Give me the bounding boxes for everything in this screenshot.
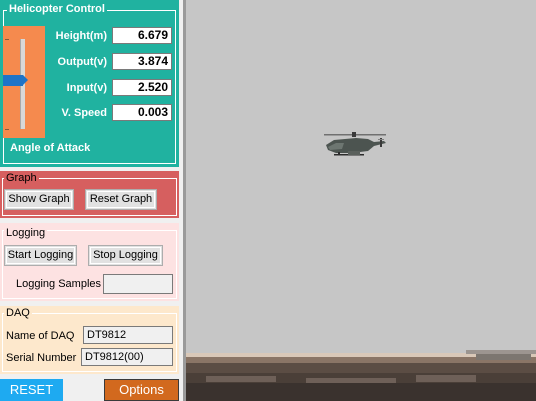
input-label: Input(v) — [66, 82, 107, 94]
logging-title: Logging — [4, 227, 48, 239]
output-label: Output(v) — [57, 56, 107, 68]
start-logging-button[interactable]: Start Logging — [4, 245, 77, 266]
angle-of-attack-slider[interactable] — [3, 26, 45, 138]
aircraft-carrier-image — [186, 350, 536, 401]
graph-group: Graph Show Graph Reset Graph — [0, 171, 179, 218]
vspeed-value: 0.003 — [112, 104, 172, 121]
daq-name-field[interactable]: DT9812 — [83, 326, 173, 344]
height-label: Height(m) — [55, 30, 107, 42]
helicopter-control-group: Helicopter Control Height(m) 6.679 Outpu… — [0, 0, 179, 167]
control-panel: Helicopter Control Height(m) 6.679 Outpu… — [0, 0, 183, 401]
logging-samples-label: Logging Samples — [16, 278, 102, 290]
input-value: 2.520 — [112, 79, 172, 96]
show-graph-button[interactable]: Show Graph — [4, 189, 74, 210]
simulation-view — [186, 0, 536, 401]
options-button[interactable]: Options — [104, 379, 179, 401]
daq-serial-label: Serial Number — [6, 352, 77, 364]
daq-name-label: Name of DAQ — [6, 330, 75, 342]
height-value: 6.679 — [112, 27, 172, 44]
helicopter-control-title: Helicopter Control — [7, 3, 107, 15]
vspeed-label: V. Speed — [61, 107, 107, 119]
reset-graph-button[interactable]: Reset Graph — [85, 189, 157, 210]
daq-title: DAQ — [4, 307, 32, 319]
angle-of-attack-label: Angle of Attack — [10, 142, 91, 154]
logging-group: Logging Start Logging Stop Logging Loggi… — [0, 223, 179, 301]
helicopter-icon — [324, 132, 386, 156]
reset-button[interactable]: RESET — [0, 379, 63, 401]
stop-logging-button[interactable]: Stop Logging — [88, 245, 163, 266]
slider-thumb[interactable] — [3, 75, 28, 86]
daq-group: DAQ Name of DAQ DT9812 Serial Number DT9… — [0, 306, 179, 374]
logging-samples-input[interactable] — [103, 274, 173, 294]
graph-title: Graph — [4, 172, 39, 184]
daq-serial-field[interactable]: DT9812(00) — [81, 348, 173, 366]
output-value: 3.874 — [112, 53, 172, 70]
